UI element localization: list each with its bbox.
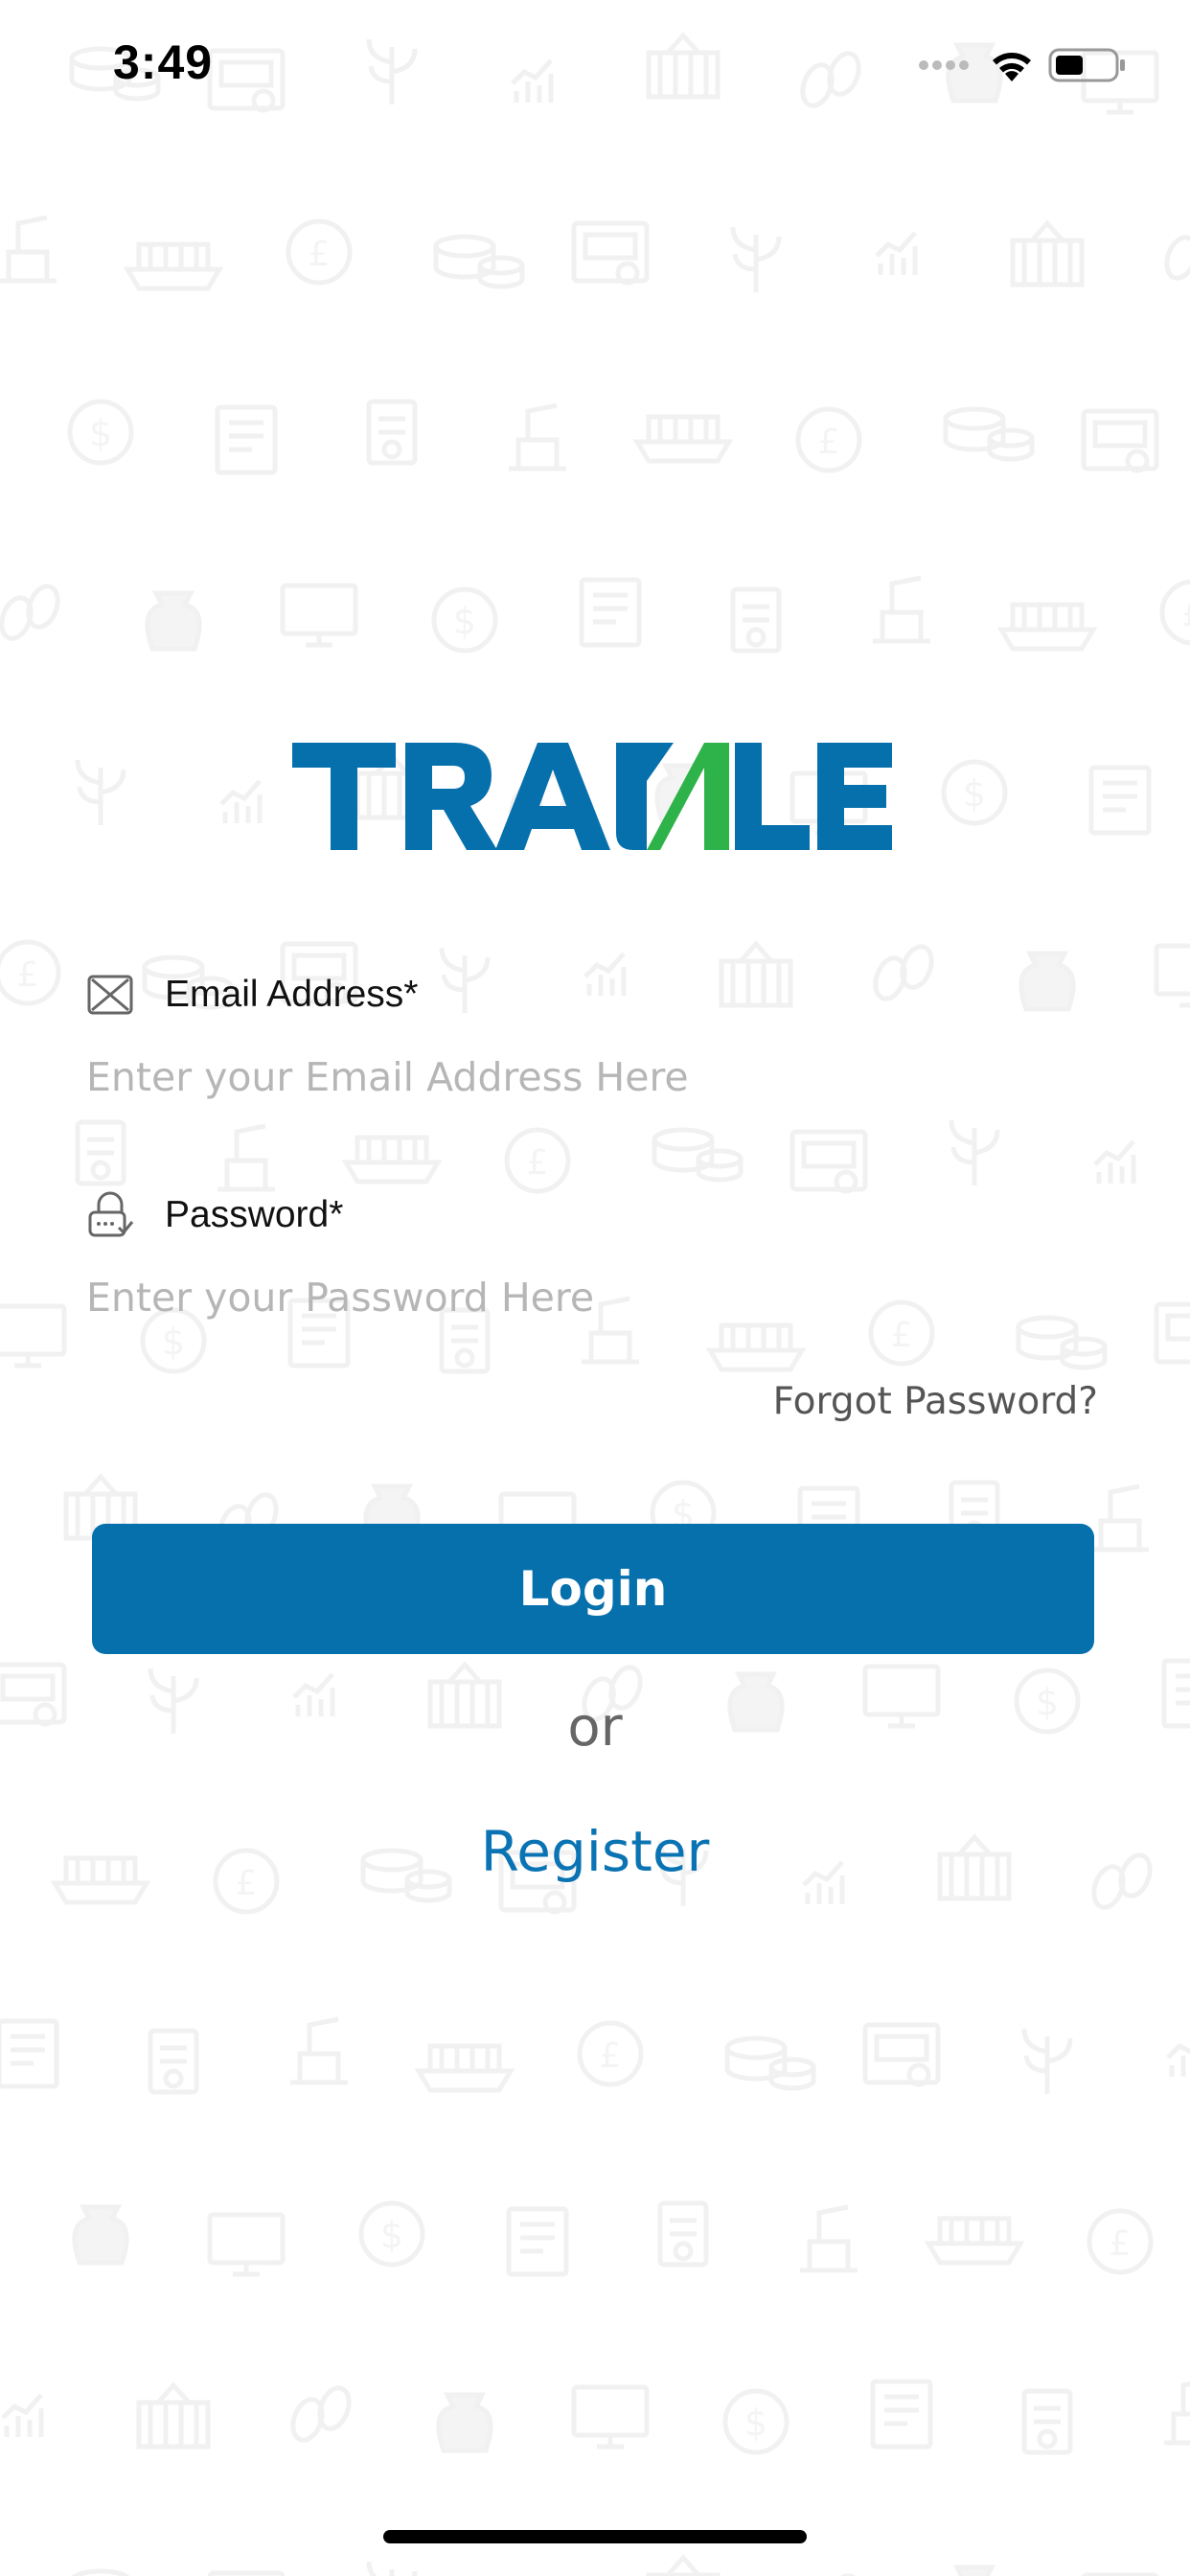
background-cert-icon [1156,1304,1190,1364]
background-invoice-icon [509,2209,566,2274]
password-label-row: Password* [86,1188,1102,1242]
background-chart-icon [3,2395,41,2437]
forgot-password-link[interactable]: Forgot Password? [773,1380,1098,1423]
background-crane-icon [1164,2380,1190,2443]
background-ship-icon [1001,605,1093,649]
background-pound-icon [580,2023,641,2084]
background-crane-icon [217,1126,275,1189]
background-invoice-icon [582,580,639,645]
background-ship-icon [637,417,729,461]
email-field-group: Email Address* [86,968,1102,1100]
background-crane-icon [509,405,566,469]
background-container-icon [1013,223,1082,285]
background-crane-icon [873,578,930,641]
background-plant-icon [733,227,779,292]
email-label-row: Email Address* [86,968,1102,1022]
background-coins-icon [436,237,522,287]
email-input[interactable] [86,1054,1102,1100]
background-chart-icon [221,781,260,823]
background-cert-icon [1084,411,1156,471]
background-pound-icon [1089,2211,1151,2272]
background-invoice-icon [217,407,275,472]
background-plant-icon [78,760,124,825]
lock-icon [88,1191,134,1237]
background-container-icon [139,2385,208,2447]
background-monitor-icon [210,2215,283,2274]
status-icons [918,42,1127,88]
background-bag-icon [75,2207,126,2263]
background-dollar-icon [944,762,1005,823]
register-link[interactable]: Register [0,1819,1190,1884]
email-label: Email Address* [165,974,419,1015]
background-monitor-icon [574,2387,647,2447]
background-bag-icon [439,2395,491,2450]
background-beans-icon [1161,222,1190,283]
background-doc-icon [660,2203,706,2265]
background-doc-icon [1024,2391,1070,2452]
background-beans-icon [287,2384,354,2445]
background-chart-icon [1168,2035,1190,2077]
background-pound-icon [798,409,859,471]
wifi-icon [993,53,1031,81]
background-dollar-icon [361,2203,423,2265]
background-dollar-icon [725,2391,787,2452]
background-crane-icon [1091,1486,1149,1550]
background-crane-icon [290,2019,348,2082]
background-pound-icon [507,1130,568,1191]
background-invoice-icon [1091,768,1149,833]
password-input[interactable] [86,1275,1102,1321]
background-doc-icon [369,402,415,463]
background-bag-icon [148,593,199,649]
password-field-group: Password* [86,1188,1102,1321]
background-crane-icon [800,2207,858,2270]
cellular-signal-icon [919,60,969,70]
login-button[interactable]: Login [92,1524,1094,1654]
background-pound-icon [1162,582,1190,643]
background-invoice-icon [0,2021,57,2086]
background-monitor-icon [1156,946,1190,1005]
background-ship-icon [710,1325,802,1369]
background-doc-icon [150,2031,196,2092]
background-plant-icon [369,2562,415,2576]
tradle-logo [292,743,892,850]
background-bag-icon [949,2567,1000,2576]
background-ship-icon [928,2219,1020,2263]
background-monitor-icon [0,1306,64,1366]
battery-icon [1048,48,1125,82]
background-plant-icon [951,1120,997,1185]
background-doc-icon [733,589,779,651]
background-plant-icon [1024,2029,1070,2094]
background-chart-icon [877,233,915,275]
background-cert-icon [792,1132,865,1191]
background-cert-icon [574,223,647,283]
background-dollar-icon [70,402,131,463]
background-coins-icon [72,2571,158,2576]
background-container-icon [649,2558,718,2576]
password-label: Password* [165,1194,344,1235]
background-pound-icon [288,221,350,283]
background-chart-icon [1095,1141,1133,1184]
background-beans-icon [0,583,63,643]
background-beans-icon [797,2572,863,2576]
background-cert-icon [865,2025,938,2084]
background-ship-icon [127,244,219,288]
background-coins-icon [1018,1318,1105,1368]
background-coins-icon [727,2038,813,2088]
background-ship-icon [346,1138,438,1182]
background-doc-icon [78,1122,124,1184]
or-separator: or [567,1696,623,1759]
background-monitor-icon [283,586,355,645]
status-bar: 3:49 [0,0,1190,134]
home-indicator [383,2530,807,2543]
status-time: 3:49 [113,35,214,89]
background-pound-icon [0,942,58,1003]
envelope-icon [87,975,133,1015]
background-invoice-icon [873,2381,930,2447]
background-ship-icon [419,2046,511,2090]
background-dollar-icon [434,589,495,651]
background-coins-icon [654,1130,741,1180]
background-coins-icon [946,409,1032,459]
background-crane-icon [0,218,57,281]
